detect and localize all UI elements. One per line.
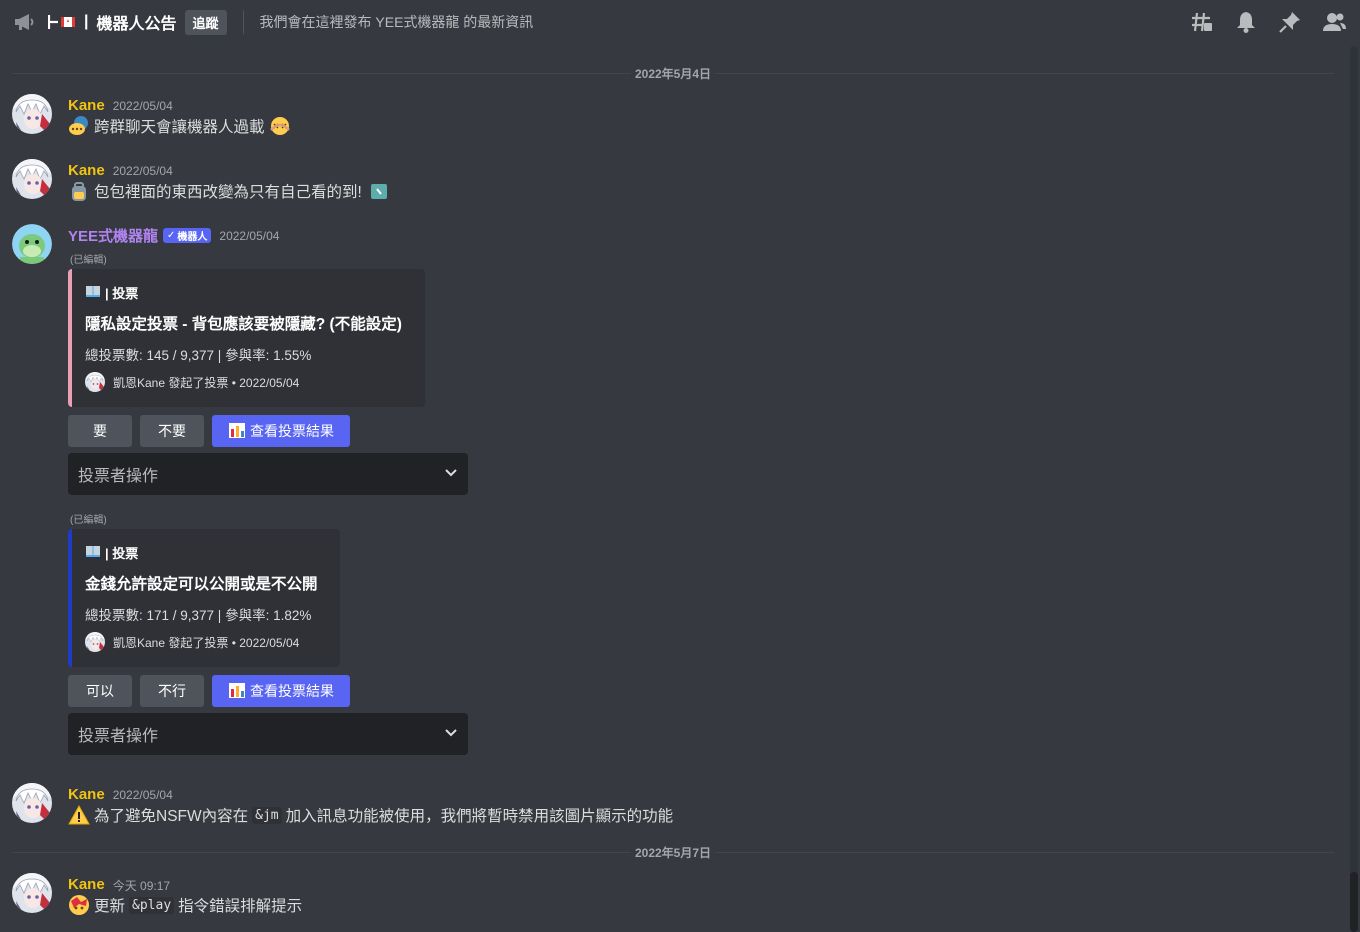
message-content: 為了避免NSFW內容在 &jm 加入訊息功能被使用，我們將暫時禁用該圖片顯示的功… <box>68 804 673 826</box>
dizzy-face-icon <box>269 115 291 137</box>
footer-text: 凱恩Kane 發起了投票 • 2022/05/04 <box>113 635 300 650</box>
pin-icon[interactable] <box>1278 10 1302 34</box>
verified-check-icon: ✓ <box>167 229 176 241</box>
chevron-down-icon <box>444 725 458 743</box>
poll-buttons: 可以 不行 查看投票結果 <box>68 675 350 707</box>
view-results-label: 查看投票結果 <box>250 423 334 439</box>
channel-topic[interactable]: 我們會在這裡發布 YEE式機器龍 的最新資訊 <box>260 12 534 32</box>
author-name[interactable]: YEE式機器龍 <box>68 225 158 246</box>
book-icon <box>85 544 101 561</box>
header-toolbar <box>1190 10 1346 34</box>
message-text: 加入訊息功能被使用，我們將暫時禁用該圖片顯示的功能 <box>285 808 674 825</box>
sparkle-face-icon <box>68 894 90 916</box>
message-content: 更新 &play 指令錯誤排解提示 <box>68 894 302 916</box>
voter-actions-select[interactable]: 投票者操作 <box>68 713 468 755</box>
poll-title: 金錢允許設定可以公開或是不公開 <box>85 576 318 593</box>
embed-author-text: | 投票 <box>105 546 139 561</box>
date-divider-label: 2022年5月7日 <box>630 844 716 861</box>
author-name[interactable]: Kane <box>68 97 105 114</box>
author-name[interactable]: Kane <box>68 162 105 179</box>
poll-option-button[interactable]: 要 <box>68 415 132 447</box>
message-text: 指令錯誤排解提示 <box>178 898 303 915</box>
speech-bubble-icon <box>68 115 90 137</box>
avatar[interactable] <box>12 873 52 913</box>
megaphone-icon <box>12 10 36 34</box>
message: Kane 今天 09:17 更新 &play 指令錯誤排解提示 <box>12 873 1312 917</box>
message-text: 為了避免NSFW內容在 <box>94 808 249 825</box>
timestamp: 2022/05/04 <box>112 99 173 113</box>
message-text: 包包裡面的東西改變為只有自己看的到! <box>94 184 362 201</box>
bot-avatar[interactable] <box>12 224 52 264</box>
bell-icon[interactable] <box>1234 10 1258 34</box>
author-name[interactable]: Kane <box>68 876 105 893</box>
scrollbar-thumb[interactable] <box>1350 872 1358 932</box>
poll-title: 隱私設定投票 - 背包應該要被隱藏? (不能設定) <box>85 316 402 333</box>
header-divider <box>242 10 244 34</box>
backpack-icon <box>68 180 90 202</box>
timestamp: 今天 09:17 <box>112 878 171 893</box>
channel-header: | 機器人公告 追蹤 我們會在這裡發布 YEE式機器龍 的最新資訊 <box>0 0 1360 44</box>
message: Kane 2022/05/04 包包裡面的東西改變為只有自己看的到! <box>12 159 1312 203</box>
date-divider: 2022年5月7日 <box>12 844 1334 861</box>
inline-code: &play <box>129 896 175 914</box>
threads-icon[interactable] <box>1190 10 1214 34</box>
date-divider: 2022年5月4日 <box>12 65 1334 82</box>
poll-footer: 凱恩Kane 發起了投票 • 2022/05/04 <box>85 632 324 652</box>
channel-prefix-icons: | <box>48 13 88 31</box>
embed-author: | 投票 <box>85 543 324 562</box>
message-content: 跨群聊天會讓機器人過載 <box>68 115 295 137</box>
scrollbar-track[interactable] <box>1350 46 1358 932</box>
avatar[interactable] <box>12 94 52 134</box>
avatar[interactable] <box>12 159 52 199</box>
bot-tag: ✓ 機器人 <box>163 227 212 243</box>
select-placeholder: 投票者操作 <box>78 468 159 485</box>
bot-tag-label: 機器人 <box>177 231 208 243</box>
poll-buttons: 要 不要 查看投票結果 <box>68 415 350 447</box>
warning-icon <box>68 804 90 826</box>
channel-title: | 機器人公告 <box>48 10 177 34</box>
embed-author: | 投票 <box>85 283 409 302</box>
members-icon[interactable] <box>1322 10 1346 34</box>
book-icon <box>85 284 101 301</box>
poll-embed: | 投票 金錢允許設定可以公開或是不公開 總投票數: 171 / 9,377 |… <box>68 529 340 667</box>
poll-footer: 凱恩Kane 發起了投票 • 2022/05/04 <box>85 372 409 392</box>
author-name[interactable]: Kane <box>68 786 105 803</box>
message-text: 更新 <box>94 898 126 915</box>
timestamp: 2022/05/04 <box>112 164 173 178</box>
date-divider-label: 2022年5月4日 <box>630 65 716 82</box>
view-results-label: 查看投票結果 <box>250 683 334 699</box>
channel-name: 機器人公告 <box>96 16 177 33</box>
message-content: 包包裡面的東西改變為只有自己看的到! <box>68 180 394 202</box>
avatar[interactable] <box>12 783 52 823</box>
message: Kane 2022/05/04 為了避免NSFW內容在 &jm 加入訊息功能被使… <box>12 783 1312 827</box>
green-book-icon <box>368 180 390 202</box>
footer-text: 凱恩Kane 發起了投票 • 2022/05/04 <box>113 375 300 390</box>
poll-option-button[interactable]: 不行 <box>140 675 204 707</box>
view-results-button[interactable]: 查看投票結果 <box>212 675 350 707</box>
message: Kane 2022/05/04 跨群聊天會讓機器人過載 <box>12 94 1312 138</box>
poll-description: 總投票數: 171 / 9,377 | 參與率: 1.82% <box>85 608 312 623</box>
inline-code: &jm <box>252 806 282 824</box>
poll-embed: | 投票 隱私設定投票 - 背包應該要被隱藏? (不能設定) 總投票數: 145… <box>68 269 425 407</box>
poll-option-button[interactable]: 不要 <box>140 415 204 447</box>
bar-chart-icon <box>228 681 246 702</box>
chevron-down-icon <box>444 465 458 483</box>
follow-button[interactable]: 追蹤 <box>184 9 227 35</box>
edited-label: (已編輯) <box>70 255 107 266</box>
timestamp: 2022/05/04 <box>112 788 173 802</box>
bar-chart-icon <box>228 421 246 442</box>
poll-description: 總投票數: 145 / 9,377 | 參與率: 1.55% <box>85 348 312 363</box>
edited-label: (已編輯) <box>70 515 107 526</box>
message-text: 跨群聊天會讓機器人過載 <box>94 119 265 136</box>
view-results-button[interactable]: 查看投票結果 <box>212 415 350 447</box>
footer-avatar <box>85 632 105 652</box>
timestamp: 2022/05/04 <box>219 229 280 243</box>
poll-option-button[interactable]: 可以 <box>68 675 132 707</box>
embed-author-text: | 投票 <box>105 286 139 301</box>
select-placeholder: 投票者操作 <box>78 728 159 745</box>
voter-actions-select[interactable]: 投票者操作 <box>68 453 468 495</box>
footer-avatar <box>85 372 105 392</box>
